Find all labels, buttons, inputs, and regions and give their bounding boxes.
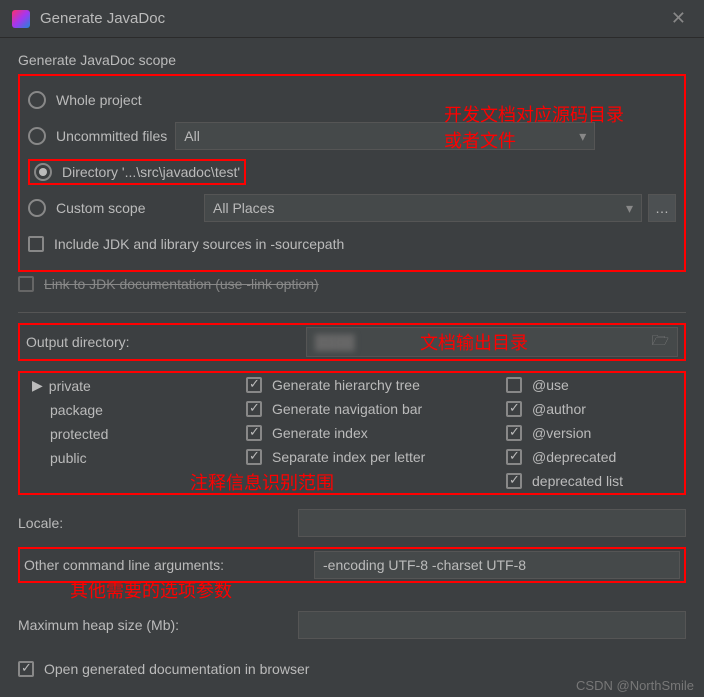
radio-directory-label: Directory '...\src\javadoc\test' xyxy=(62,164,240,180)
dialog-title: Generate JavaDoc xyxy=(40,10,665,27)
annotation-output: 文档输出目录 xyxy=(420,329,528,355)
output-directory-value: ████ xyxy=(315,334,355,350)
option-deprecated[interactable]: @deprecated xyxy=(506,449,678,465)
option-navbar[interactable]: Generate navigation bar xyxy=(246,401,506,417)
locale-row: Locale: xyxy=(18,509,686,537)
open-browser-label: Open generated documentation in browser xyxy=(44,661,309,677)
radio-custom-label: Custom scope xyxy=(56,200,196,216)
visibility-protected[interactable]: protected xyxy=(26,426,246,442)
scope-box: 开发文档对应源码目录 或者文件 Whole project Uncommitte… xyxy=(18,74,686,272)
annotation-cmd: 其他需要的选项参数 xyxy=(70,577,232,603)
tag-options-column: @use @author @version @deprecated deprec… xyxy=(506,377,678,489)
sep-index-checkbox[interactable] xyxy=(246,449,262,465)
option-version[interactable]: @version xyxy=(506,425,678,441)
link-jdk-checkbox xyxy=(18,276,34,292)
option-index[interactable]: Generate index xyxy=(246,425,506,441)
annotation-visibility: 注释信息识别范围 xyxy=(190,469,334,495)
titlebar: Generate JavaDoc ✕ xyxy=(0,0,704,38)
custom-scope-select[interactable]: All Places ▾ xyxy=(204,194,642,222)
visibility-private[interactable]: ▶private xyxy=(26,377,246,394)
folder-icon[interactable]: 🗁 xyxy=(652,330,669,354)
cmd-args-box: Other command line arguments: 其他需要的选项参数 xyxy=(18,547,686,583)
custom-scope-value: All Places xyxy=(213,200,274,216)
arrow-icon: ▶ xyxy=(32,377,43,394)
radio-whole-project[interactable] xyxy=(28,91,46,109)
include-jdk-row[interactable]: Include JDK and library sources in -sour… xyxy=(28,226,676,262)
divider xyxy=(18,312,686,313)
scope-group-label: Generate JavaDoc scope xyxy=(18,52,686,68)
use-checkbox[interactable] xyxy=(506,377,522,393)
heap-row: Maximum heap size (Mb): xyxy=(18,611,686,639)
options-box: ▶private package protected public Genera… xyxy=(18,371,686,495)
option-author[interactable]: @author xyxy=(506,401,678,417)
include-jdk-label: Include JDK and library sources in -sour… xyxy=(54,236,344,252)
author-checkbox[interactable] xyxy=(506,401,522,417)
radio-uncommitted-label: Uncommitted files xyxy=(56,128,167,144)
radio-whole-project-label: Whole project xyxy=(56,92,142,108)
watermark: CSDN @NorthSmile xyxy=(576,678,694,693)
output-directory-row: Output directory: ████ 🗁 文档输出目录 xyxy=(18,323,686,361)
open-browser-checkbox[interactable] xyxy=(18,661,34,677)
index-checkbox[interactable] xyxy=(246,425,262,441)
heap-label: Maximum heap size (Mb): xyxy=(18,617,298,633)
close-icon[interactable]: ✕ xyxy=(665,8,692,29)
option-sep-index[interactable]: Separate index per letter xyxy=(246,449,506,465)
option-deprecated-list[interactable]: deprecated list xyxy=(506,473,678,489)
output-directory-label: Output directory: xyxy=(26,334,306,350)
hierarchy-checkbox[interactable] xyxy=(246,377,262,393)
cmd-args-label: Other command line arguments: xyxy=(24,557,314,573)
option-hierarchy[interactable]: Generate hierarchy tree xyxy=(246,377,506,393)
chevron-down-icon: ▾ xyxy=(626,200,633,217)
radio-uncommitted[interactable] xyxy=(28,127,46,145)
deprecated-list-checkbox[interactable] xyxy=(506,473,522,489)
custom-scope-browse-button[interactable]: … xyxy=(648,194,676,222)
uncommitted-select-value: All xyxy=(184,128,200,144)
annotation-scope: 开发文档对应源码目录 或者文件 xyxy=(444,102,624,154)
locale-label: Locale: xyxy=(18,515,298,531)
version-checkbox[interactable] xyxy=(506,425,522,441)
cmd-args-input[interactable] xyxy=(314,551,680,579)
include-jdk-checkbox[interactable] xyxy=(28,236,44,252)
radio-directory[interactable] xyxy=(34,163,52,181)
navbar-checkbox[interactable] xyxy=(246,401,262,417)
radio-custom-row[interactable]: Custom scope All Places ▾ … xyxy=(28,190,676,226)
heap-input[interactable] xyxy=(298,611,686,639)
radio-directory-row[interactable]: Directory '...\src\javadoc\test' xyxy=(28,154,676,190)
visibility-package[interactable]: package xyxy=(26,402,246,418)
radio-custom[interactable] xyxy=(28,199,46,217)
intellij-icon xyxy=(12,10,30,28)
option-use[interactable]: @use xyxy=(506,377,678,393)
locale-input[interactable] xyxy=(298,509,686,537)
deprecated-checkbox[interactable] xyxy=(506,449,522,465)
link-jdk-label: Link to JDK documentation (use -link opt… xyxy=(44,276,319,292)
visibility-public[interactable]: public xyxy=(26,450,246,466)
